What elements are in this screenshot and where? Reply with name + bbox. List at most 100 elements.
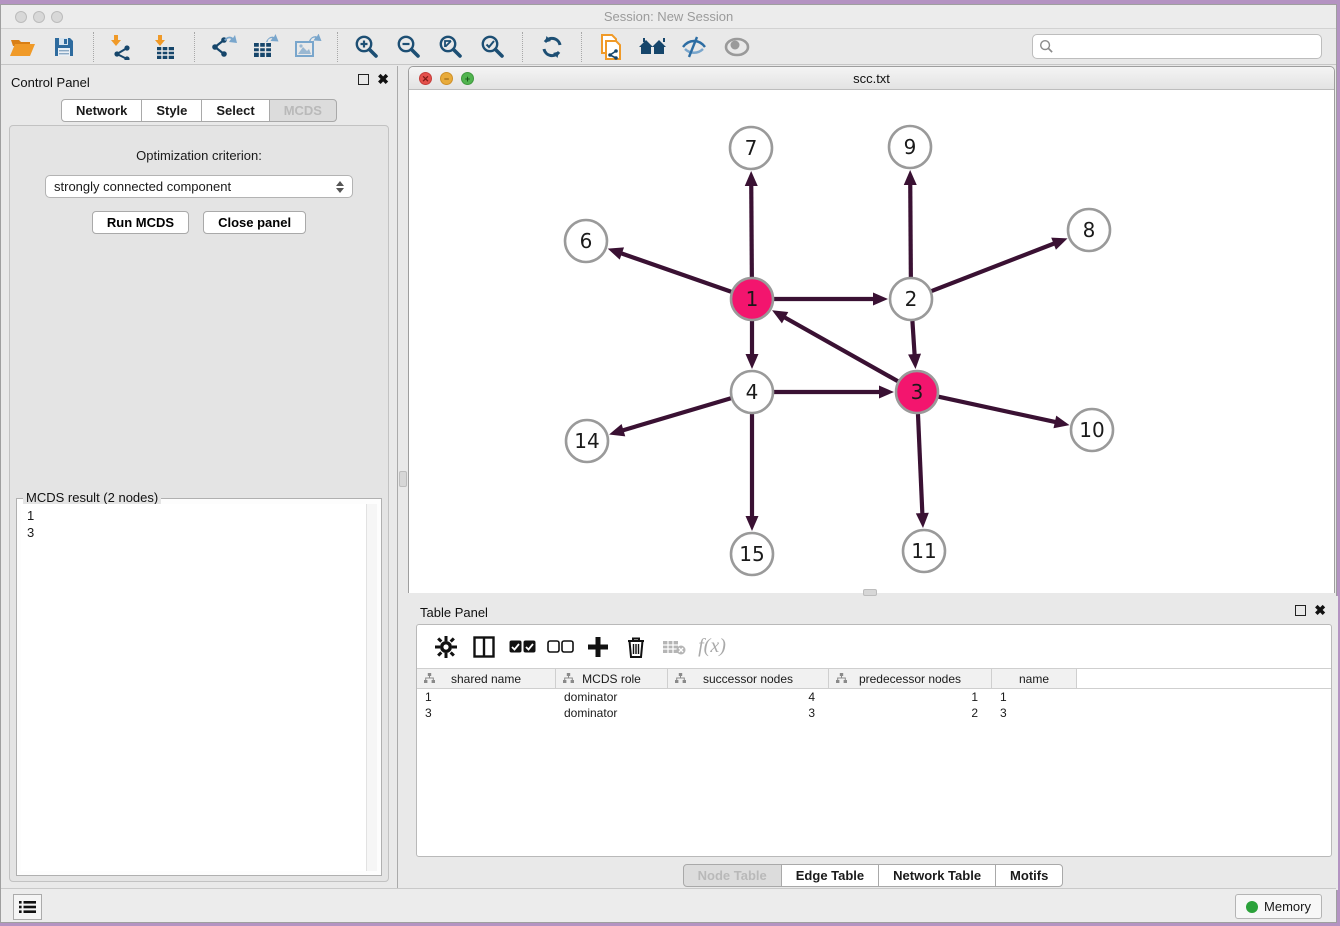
tab-network-table[interactable]: Network Table xyxy=(878,864,996,887)
tab-node-table[interactable]: Node Table xyxy=(683,864,782,887)
edge-arrowhead xyxy=(916,513,929,528)
select-all-checkboxes-icon[interactable] xyxy=(507,632,537,662)
task-history-button[interactable] xyxy=(13,894,42,920)
control-panel: Control Panel ✖ NetworkStyleSelectMCDS O… xyxy=(1,66,398,890)
table-body: 1dominator4113dominator323 xyxy=(417,689,1331,721)
run-mcds-button[interactable]: Run MCDS xyxy=(92,211,189,234)
node-1[interactable]: 1 xyxy=(731,278,773,320)
zoom-out-icon[interactable] xyxy=(394,33,424,61)
network-window-title: scc.txt xyxy=(409,71,1334,86)
table-row[interactable]: 3dominator323 xyxy=(417,705,1331,721)
refresh-icon[interactable] xyxy=(537,33,567,61)
search-icon xyxy=(1039,39,1054,54)
network-canvas[interactable]: 7 9 6 8 1 2 4 3 14 10 15 11 xyxy=(409,90,1334,593)
column-header-name[interactable]: name xyxy=(992,669,1077,688)
tab-edge-table[interactable]: Edge Table xyxy=(781,864,879,887)
settings-gear-icon[interactable] xyxy=(431,632,461,662)
node-7[interactable]: 7 xyxy=(730,127,772,169)
node-14[interactable]: 14 xyxy=(566,420,608,462)
search-input[interactable] xyxy=(1059,39,1315,54)
export-image-icon[interactable] xyxy=(293,33,323,61)
edge-2-8[interactable] xyxy=(932,243,1056,291)
node-3[interactable]: 3 xyxy=(896,371,938,413)
edge-2-9[interactable] xyxy=(910,183,911,277)
table-panel: Table Panel ✖ xyxy=(408,596,1338,890)
node-10[interactable]: 10 xyxy=(1071,409,1113,451)
horizontal-splitter-grip[interactable] xyxy=(863,589,877,596)
edge-arrowhead xyxy=(746,354,759,369)
result-scrollbar[interactable] xyxy=(366,504,377,871)
memory-button[interactable]: Memory xyxy=(1235,894,1322,919)
float-panel-icon[interactable] xyxy=(358,74,369,85)
node-4[interactable]: 4 xyxy=(731,371,773,413)
show-panels-icon[interactable] xyxy=(722,33,752,61)
select-chevrons-icon xyxy=(336,181,344,193)
edge-3-1[interactable] xyxy=(783,317,897,382)
control-panel-header: Control Panel ✖ xyxy=(1,66,397,96)
node-6[interactable]: 6 xyxy=(565,220,607,262)
tab-mcds[interactable]: MCDS xyxy=(269,99,337,122)
zoom-selected-icon[interactable] xyxy=(478,33,508,61)
node-15[interactable]: 15 xyxy=(731,533,773,575)
hide-panels-icon[interactable] xyxy=(680,33,710,61)
close-panel-icon[interactable]: ✖ xyxy=(377,74,389,85)
search-box[interactable] xyxy=(1032,34,1322,59)
import-table-icon[interactable] xyxy=(150,33,180,61)
import-network-icon[interactable] xyxy=(108,33,138,61)
edge-4-14[interactable] xyxy=(622,398,731,430)
edge-1-6[interactable] xyxy=(620,253,731,292)
node-11[interactable]: 11 xyxy=(903,530,945,572)
column-header-MCDS-role[interactable]: MCDS role xyxy=(556,669,668,688)
column-header-shared-name[interactable]: shared name xyxy=(417,669,556,688)
export-network-icon[interactable] xyxy=(209,33,239,61)
tab-motifs[interactable]: Motifs xyxy=(995,864,1063,887)
deselect-all-checkboxes-icon[interactable] xyxy=(545,632,575,662)
table-row[interactable]: 1dominator411 xyxy=(417,689,1331,705)
node-8[interactable]: 8 xyxy=(1068,209,1110,251)
edge-2-3[interactable] xyxy=(912,321,914,356)
mcds-result-title: MCDS result (2 nodes) xyxy=(23,490,161,505)
add-column-icon[interactable] xyxy=(583,632,613,662)
zoom-in-icon[interactable] xyxy=(352,33,382,61)
cell-successor-nodes: 4 xyxy=(668,690,829,704)
delete-column-icon[interactable] xyxy=(621,632,651,662)
copy-network-icon[interactable] xyxy=(596,33,626,61)
column-header-predecessor-nodes[interactable]: predecessor nodes xyxy=(829,669,992,688)
mcds-panel: Optimization criterion: strongly connect… xyxy=(9,125,389,882)
cell-name: 3 xyxy=(992,706,1077,720)
app-window: Session: New Session xyxy=(0,4,1337,923)
edge-arrowhead xyxy=(745,171,758,186)
node-label: 15 xyxy=(739,542,764,566)
network-window-titlebar[interactable]: ✕ − + scc.txt xyxy=(409,67,1334,90)
open-folder-icon[interactable] xyxy=(7,33,37,61)
home-icon[interactable] xyxy=(638,33,668,61)
column-label: predecessor nodes xyxy=(859,672,961,686)
edge-1-7[interactable] xyxy=(751,184,752,277)
node-2[interactable]: 2 xyxy=(890,278,932,320)
column-label: MCDS role xyxy=(582,672,641,686)
close-panel-button[interactable]: Close panel xyxy=(203,211,306,234)
float-table-panel-icon[interactable] xyxy=(1295,605,1306,616)
column-label: successor nodes xyxy=(703,672,793,686)
edge-3-10[interactable] xyxy=(938,397,1056,423)
edge-3-11[interactable] xyxy=(918,414,922,515)
mcds-result-text[interactable]: 13 xyxy=(21,504,366,871)
table-toolbar: f(x) xyxy=(417,625,1331,668)
column-header-successor-nodes[interactable]: successor nodes xyxy=(668,669,829,688)
edge-arrowhead xyxy=(609,424,625,436)
function-builder-icon[interactable]: f(x) xyxy=(697,632,727,662)
toolbar-separator xyxy=(581,32,582,62)
node-label: 1 xyxy=(746,287,759,311)
vertical-splitter-grip[interactable] xyxy=(399,471,407,487)
tab-select[interactable]: Select xyxy=(201,99,269,122)
close-table-panel-icon[interactable]: ✖ xyxy=(1314,605,1326,616)
save-icon[interactable] xyxy=(49,33,79,61)
node-9[interactable]: 9 xyxy=(889,126,931,168)
tab-network[interactable]: Network xyxy=(61,99,142,122)
export-table-icon[interactable] xyxy=(251,33,281,61)
delete-table-icon[interactable] xyxy=(659,632,689,662)
zoom-fit-icon[interactable] xyxy=(436,33,466,61)
tab-style[interactable]: Style xyxy=(141,99,202,122)
criterion-select[interactable]: strongly connected component xyxy=(45,175,353,198)
split-columns-icon[interactable] xyxy=(469,632,499,662)
